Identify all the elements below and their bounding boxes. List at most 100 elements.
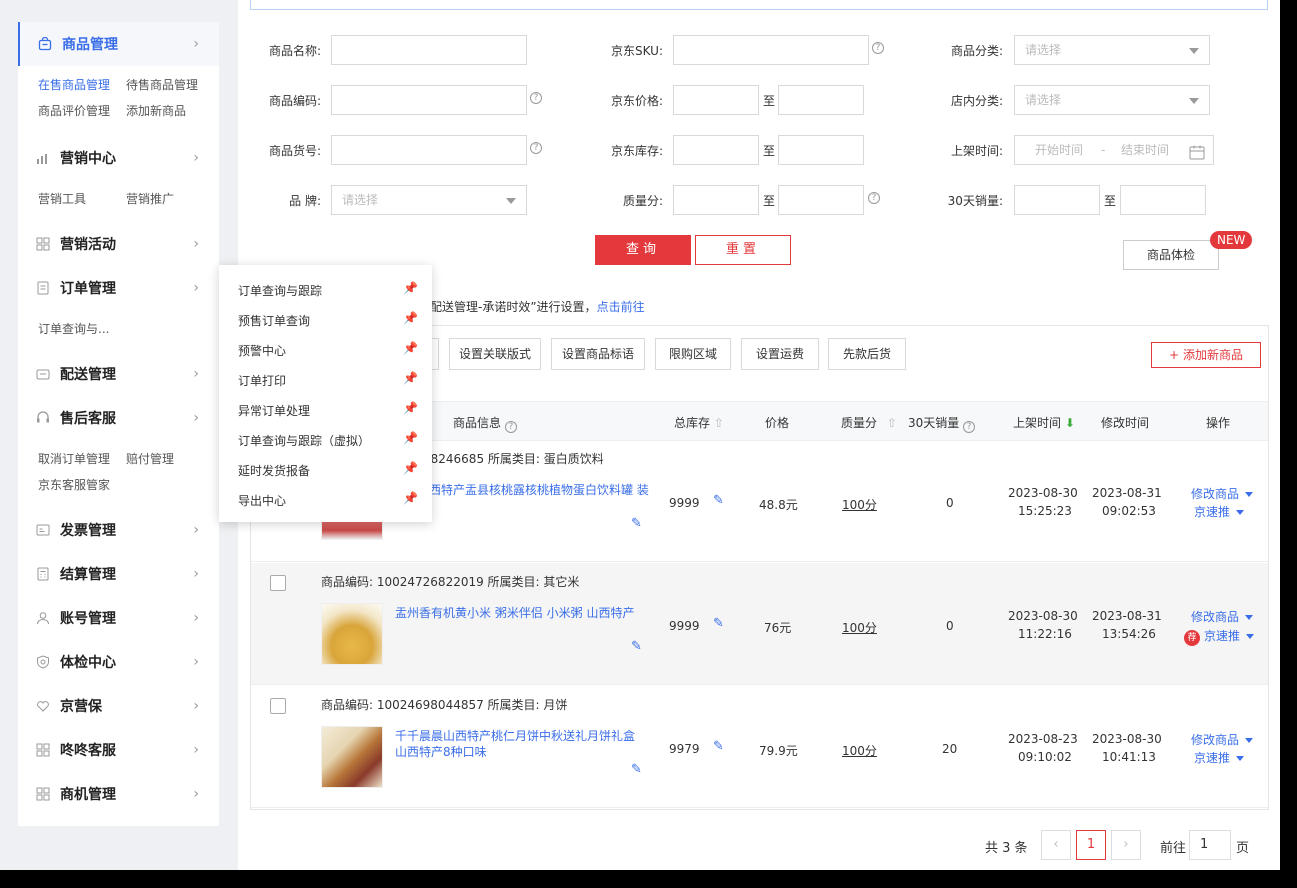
pencil-icon[interactable]: ✎ (713, 739, 724, 754)
quality-min-input[interactable] (673, 185, 759, 215)
product-name-link[interactable]: 千千晨晨山西特产桃仁月饼中秋送礼月饼礼盒 山西特产8种口味 (395, 728, 641, 760)
nav-jingyingbao[interactable]: 京营保 › (18, 684, 219, 728)
page-jump-input[interactable]: 1 (1189, 830, 1231, 860)
next-page-button[interactable]: › (1111, 830, 1141, 860)
purchase-limit-button[interactable]: 限购区域 (655, 338, 731, 370)
pin-icon[interactable]: 📌 (403, 491, 418, 505)
flyout-item-delay-report[interactable]: 延时发货报备 (238, 462, 310, 479)
sub-marketing-tools[interactable]: 营销工具 (38, 186, 126, 212)
jingsutui-link[interactable]: 荐京速推 (1184, 627, 1255, 646)
price-max-input[interactable] (778, 85, 864, 115)
item-no-input[interactable] (331, 135, 527, 165)
sub-cancel-orders[interactable]: 取消订单管理 (38, 446, 126, 472)
sub-on-sale[interactable]: 在售商品管理 (38, 72, 126, 98)
pencil-icon[interactable]: ✎ (631, 516, 642, 531)
shop-category-select[interactable]: 请选择 (1014, 85, 1210, 115)
edit-product-link[interactable]: 修改商品 (1191, 485, 1254, 502)
notice-link[interactable]: 点击前往 (597, 300, 645, 314)
product-name-input[interactable] (331, 35, 527, 65)
flyout-item-exceptions[interactable]: 异常订单处理 (238, 402, 310, 419)
pin-icon[interactable]: 📌 (403, 341, 418, 355)
help-icon[interactable]: ? (530, 142, 542, 154)
jingsutui-link[interactable]: 京速推 (1194, 503, 1245, 520)
nav-health-center[interactable]: 体检中心 › (18, 640, 219, 684)
col-list-time[interactable]: 上架时间 ⬇ (1013, 414, 1075, 431)
pin-icon[interactable]: 📌 (403, 461, 418, 475)
page-1-button[interactable]: 1 (1076, 830, 1106, 860)
col-stock[interactable]: 总库存 ⇧ (674, 414, 724, 431)
stock-max-input[interactable] (778, 135, 864, 165)
brand-select[interactable]: 请选择 (331, 185, 527, 215)
pencil-icon[interactable]: ✎ (631, 762, 642, 777)
flyout-item-presale[interactable]: 预售订单查询 (238, 312, 310, 329)
pin-icon[interactable]: 📌 (403, 371, 418, 385)
price-min-input[interactable] (673, 85, 759, 115)
set-slogan-button[interactable]: 设置商品标语 (551, 338, 645, 370)
nav-dongdong[interactable]: 咚咚客服 › (18, 728, 219, 772)
sub-pending-sale[interactable]: 待售商品管理 (126, 72, 214, 98)
sales-max-input[interactable] (1120, 185, 1206, 215)
sub-cs-butler[interactable]: 京东客服管家 (38, 472, 126, 498)
product-name-link[interactable]: 西特产盂县核桃露核桃植物蛋白饮料罐 装 (429, 482, 649, 498)
row-checkbox[interactable] (270, 575, 286, 591)
flyout-item-virtual-query[interactable]: 订单查询与跟踪（虚拟） (238, 432, 370, 449)
help-icon[interactable]: ? (504, 421, 517, 433)
nav-opportunity[interactable]: 商机管理 › (18, 772, 219, 816)
help-icon[interactable]: ? (868, 192, 880, 204)
flyout-item-order-query[interactable]: 订单查询与跟踪 (238, 282, 322, 299)
product-check-button[interactable]: 商品体检 (1123, 240, 1219, 270)
pay-first-button[interactable]: 先款后货 (828, 338, 906, 370)
jd-sku-input[interactable] (673, 35, 869, 65)
nav-order-mgmt[interactable]: 订单管理 › (18, 266, 219, 310)
flyout-item-alert-center[interactable]: 预警中心 (238, 342, 286, 359)
pin-icon[interactable]: 📌 (403, 431, 418, 445)
col-quality[interactable]: 质量分 ⇧ (841, 414, 897, 431)
quality-max-input[interactable] (778, 185, 864, 215)
quality-value[interactable]: 100分 (842, 619, 877, 636)
nav-marketing-center[interactable]: 营销中心 › (18, 136, 219, 180)
stock-min-input[interactable] (673, 135, 759, 165)
pin-icon[interactable]: 📌 (403, 401, 418, 415)
sub-order-query[interactable]: 订单查询与... (38, 316, 126, 342)
product-name-link[interactable]: 盂州香有机黄小米 粥米伴侣 小米粥 山西特产 (395, 605, 641, 621)
search-button[interactable]: 查询 (595, 235, 691, 265)
edit-product-link[interactable]: 修改商品 (1191, 608, 1254, 625)
help-icon[interactable]: ? (963, 421, 976, 433)
nav-settlement-mgmt[interactable]: 结算管理 › (18, 552, 219, 596)
pin-icon[interactable]: 📌 (403, 281, 418, 295)
nav-product-mgmt[interactable]: 商品管理 › (18, 22, 219, 66)
edit-product-link[interactable]: 修改商品 (1191, 731, 1254, 748)
row-checkbox[interactable] (270, 698, 286, 714)
prev-page-button[interactable]: ‹ (1041, 830, 1071, 860)
pencil-icon[interactable]: ✎ (631, 639, 642, 654)
flyout-item-export[interactable]: 导出中心 (238, 492, 286, 509)
help-icon[interactable]: ? (872, 42, 884, 54)
list-time-range[interactable]: 开始时间 - 结束时间 (1014, 135, 1214, 165)
quality-value[interactable]: 100分 (842, 496, 877, 513)
add-product-button[interactable]: + 添加新商品 (1151, 342, 1261, 368)
set-layout-button[interactable]: 设置关联版式 (449, 338, 541, 370)
nav-after-sales[interactable]: 售后客服 › (18, 396, 219, 440)
product-code-input[interactable] (331, 85, 527, 115)
pencil-icon[interactable]: ✎ (713, 616, 724, 631)
flyout-item-print[interactable]: 订单打印 (238, 372, 286, 389)
product-thumbnail[interactable] (321, 603, 383, 665)
sub-marketing-promo[interactable]: 营销推广 (126, 186, 214, 212)
product-thumbnail[interactable] (321, 726, 383, 788)
category-select[interactable]: 请选择 (1014, 35, 1210, 65)
sub-compensation[interactable]: 赔付管理 (126, 446, 214, 472)
sub-reviews[interactable]: 商品评价管理 (38, 98, 126, 124)
pin-icon[interactable]: 📌 (403, 311, 418, 325)
nav-account-mgmt[interactable]: 账号管理 › (18, 596, 219, 640)
help-icon[interactable]: ? (530, 92, 542, 104)
nav-marketing-events[interactable]: 营销活动 › (18, 222, 219, 266)
reset-button[interactable]: 重置 (695, 235, 791, 265)
jingsutui-link[interactable]: 京速推 (1194, 749, 1245, 766)
pencil-icon[interactable]: ✎ (713, 493, 724, 508)
set-freight-button[interactable]: 设置运费 (741, 338, 819, 370)
sales-min-input[interactable] (1014, 185, 1100, 215)
nav-invoice-mgmt[interactable]: 发票管理 › (18, 508, 219, 552)
nav-delivery-mgmt[interactable]: 配送管理 › (18, 352, 219, 396)
quality-value[interactable]: 100分 (842, 742, 877, 759)
col-sales[interactable]: 30天销量 ? (908, 414, 976, 433)
